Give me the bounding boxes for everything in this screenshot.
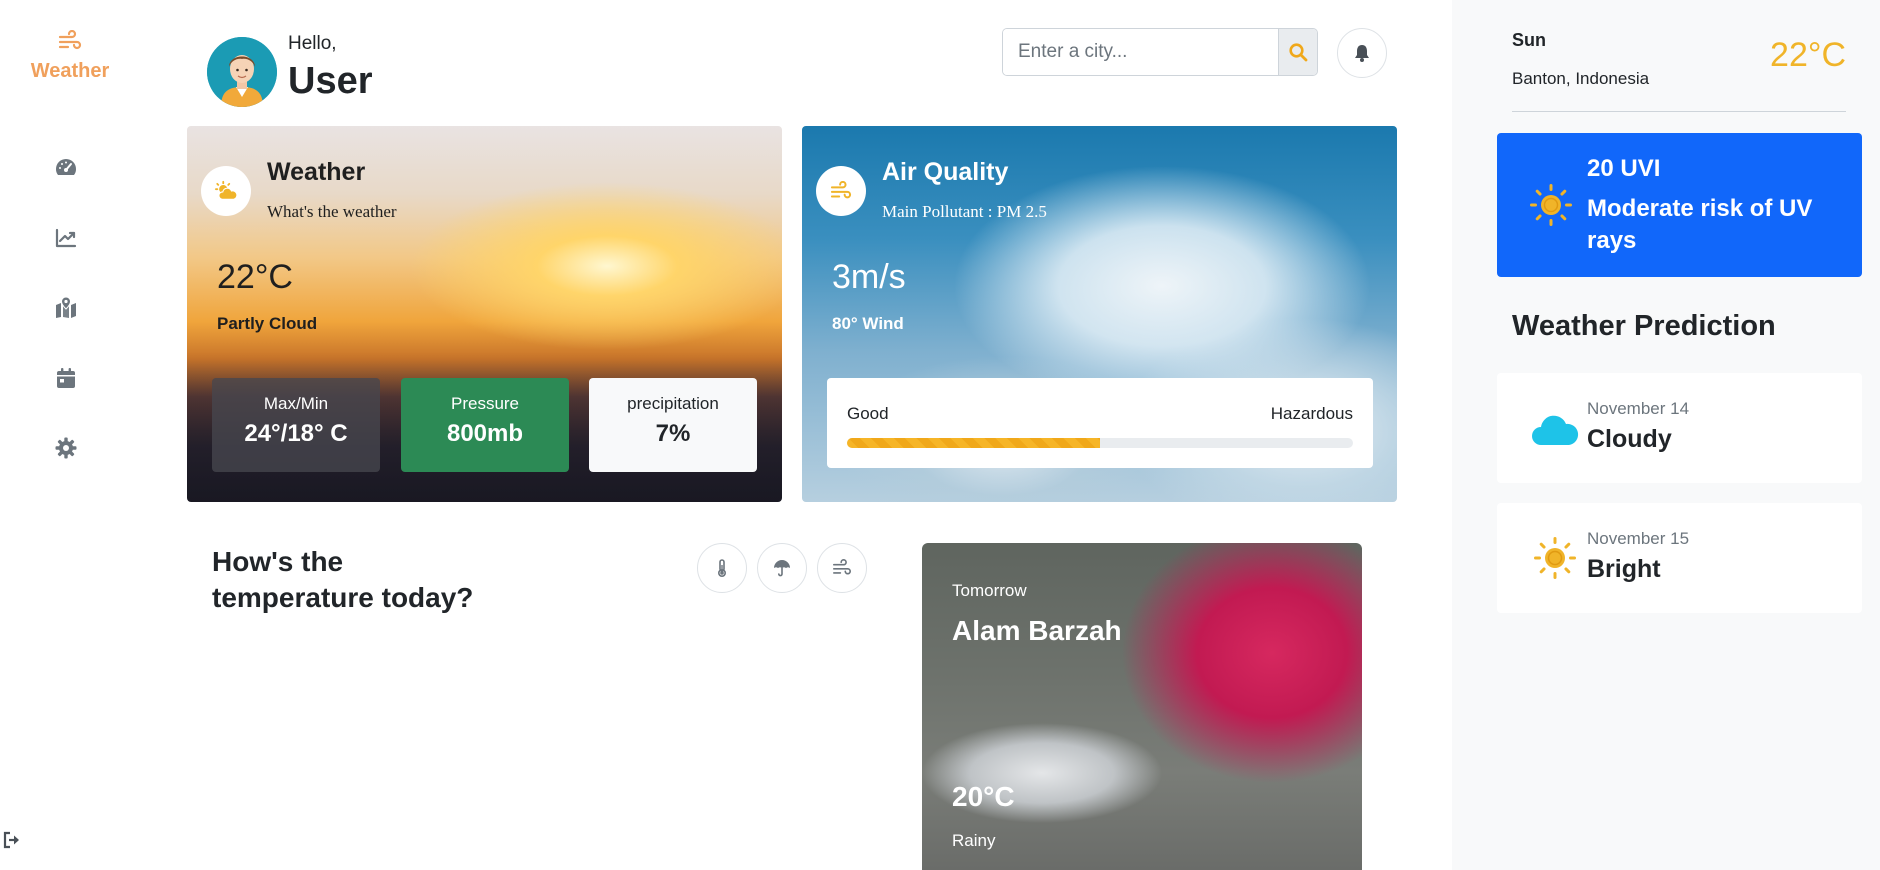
precipitation-button[interactable] [757,543,807,593]
thermometer-icon [718,559,727,578]
uv-index-card: 20 UVI Moderate risk of UV rays [1497,133,1862,277]
prediction-card[interactable]: November 15 Bright [1497,503,1862,613]
logout-icon [3,831,19,849]
sun-icon [1534,537,1576,579]
max-min-label: Max/Min [263,394,329,413]
partly-cloudy-icon [215,180,238,200]
sidebar-item-map[interactable] [52,294,80,322]
max-min-value: 24°/18° C [244,420,348,447]
logout-button[interactable] [2,830,22,850]
temperature-question: How's the temperature today? [212,544,473,616]
tomorrow-card: Tomorrow Alam Barzah 20°C Rainy [922,543,1362,870]
sidebar-item-calendar[interactable] [52,364,80,392]
weather-badge [201,166,251,216]
air-quality-progress [847,438,1353,448]
pressure-value: 800mb [446,420,524,447]
wind-icon [830,181,852,199]
gear-icon [55,437,77,459]
temperature-question-line1: How's the [212,546,344,577]
prediction-card[interactable]: November 14 Cloudy [1497,373,1862,483]
weather-card-title: Weather [267,158,366,186]
current-location: Banton, Indonesia [1512,69,1650,88]
search-button[interactable] [1278,29,1317,75]
uv-description: Moderate risk of UV rays [1587,195,1813,254]
avatar[interactable] [207,37,277,107]
current-day: Sun [1512,30,1546,50]
chart-line-icon [55,228,77,248]
current-temperature: 22°C [217,258,293,296]
right-panel: Sun Banton, Indonesia 22°C 20 UVI Modera… [1452,0,1880,870]
speedometer-icon [55,159,77,175]
temperature-button[interactable] [697,543,747,593]
prediction-condition: Bright [1587,555,1661,583]
air-quality-scale: Good Hazardous [827,378,1373,468]
brand[interactable]: Weather [0,30,140,83]
wind-speed: 3m/s [832,258,906,296]
air-quality-progress-fill [847,438,1100,448]
wind-icon [832,559,851,575]
sidebar-item-analytics[interactable] [52,224,80,252]
sun-icon [1530,184,1572,226]
city-search-input[interactable] [1003,29,1278,75]
current-condition: Partly Cloud [217,314,318,333]
tomorrow-condition: Rainy [952,831,996,850]
sidebar-item-dashboard[interactable] [52,154,80,182]
precipitation-stat: precipitation 7% [589,378,757,472]
wind-icon [58,30,82,50]
precipitation-label: precipitation [627,394,719,413]
sidebar-item-settings[interactable] [52,434,80,462]
wind-button[interactable] [817,543,867,593]
cloud-icon [1532,415,1579,445]
weather-card-subtitle: What's the weather [267,202,397,221]
precipitation-value: 7% [655,420,691,447]
temperature-question-line2: temperature today? [212,582,474,613]
search-icon [1289,43,1308,62]
right-panel-temperature: 22°C [1770,36,1846,74]
scale-high-label: Hazardous [1270,404,1353,423]
brand-label: Weather [30,60,110,82]
tomorrow-label: Tomorrow [952,581,1027,600]
prediction-date: November 15 [1587,529,1690,548]
max-min-stat: Max/Min 24°/18° C [212,378,380,472]
username: User [288,60,373,102]
scale-low-label: Good [847,404,889,423]
map-pin-icon [56,296,76,318]
divider [1512,111,1846,112]
pressure-stat: Pressure 800mb [401,378,569,472]
bell-icon [1355,45,1369,62]
tomorrow-city: Alam Barzah [952,615,1122,646]
air-quality-badge [816,166,866,216]
city-search [1002,28,1318,76]
prediction-heading: Weather Prediction [1512,310,1776,342]
notifications-button[interactable] [1337,28,1387,78]
uv-value: 20 UVI [1587,155,1661,182]
air-quality-subtitle: Main Pollutant : PM 2.5 [882,202,1047,221]
pressure-label: Pressure [450,394,520,413]
user-avatar-icon [207,37,277,107]
umbrella-icon [774,560,790,577]
calendar-icon [57,368,75,388]
prediction-date: November 14 [1587,399,1690,418]
weather-card: Weather What's the weather 22°C Partly C… [187,126,782,502]
air-quality-card: Air Quality Main Pollutant : PM 2.5 3m/s… [802,126,1397,502]
prediction-condition: Cloudy [1587,425,1672,453]
air-quality-title: Air Quality [882,158,1009,186]
sidebar: Weather [0,0,140,870]
wind-direction: 80° Wind [832,314,904,333]
greeting: Hello, [288,33,337,54]
tomorrow-temperature: 20°C [952,781,1015,812]
